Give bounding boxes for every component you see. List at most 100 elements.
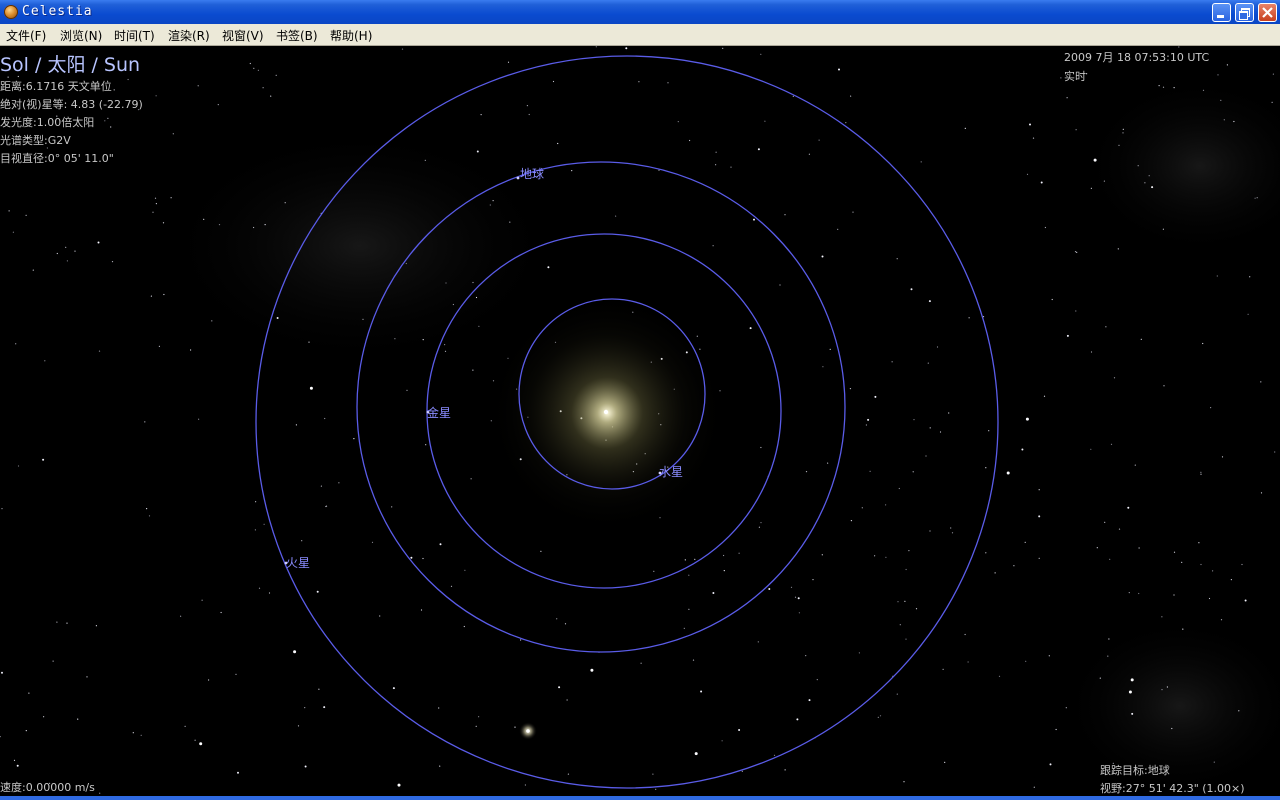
- star: [1173, 594, 1175, 596]
- star: [556, 618, 558, 620]
- star: [1131, 712, 1134, 715]
- restore-button[interactable]: [1235, 3, 1254, 22]
- star: [526, 105, 529, 107]
- title-bar[interactable]: Celestia: [0, 0, 1280, 24]
- menu-time[interactable]: 时间(T): [114, 27, 155, 44]
- star: [97, 241, 100, 244]
- star: [968, 317, 970, 319]
- star: [52, 660, 54, 662]
- star: [44, 360, 46, 362]
- star: [805, 655, 807, 657]
- star: [891, 361, 893, 363]
- star: [1075, 310, 1077, 312]
- star: [1074, 251, 1077, 253]
- star: [478, 325, 480, 327]
- star: [492, 200, 494, 202]
- star: [858, 652, 861, 654]
- star: [253, 226, 255, 229]
- star: [838, 68, 840, 71]
- star: [1090, 351, 1093, 353]
- star: [898, 487, 900, 490]
- menu-bookmarks[interactable]: 书签(B): [276, 27, 318, 44]
- star: [439, 765, 441, 767]
- star: [564, 623, 567, 625]
- star: [255, 501, 257, 503]
- label-mars[interactable]: 火星: [286, 554, 310, 571]
- star: [653, 570, 655, 572]
- minimize-button[interactable]: [1212, 3, 1231, 22]
- star: [925, 455, 927, 457]
- celestia-app-icon[interactable]: [4, 5, 18, 19]
- star: [773, 754, 776, 756]
- star: [66, 260, 68, 262]
- object-apparent-diameter: 目视直径:0° 05' 11.0": [0, 152, 114, 165]
- menu-help[interactable]: 帮助(H): [330, 27, 372, 44]
- star: [1271, 101, 1273, 103]
- star: [1223, 119, 1225, 121]
- star: [1099, 677, 1101, 679]
- label-earth[interactable]: 地球: [520, 165, 544, 182]
- star: [1105, 326, 1107, 328]
- star: [180, 615, 182, 617]
- star: [652, 773, 654, 775]
- star: [700, 690, 703, 693]
- menu-render[interactable]: 渲染(R): [168, 27, 210, 44]
- label-mercury[interactable]: 水星: [659, 463, 683, 480]
- star: [1151, 186, 1154, 189]
- star: [1163, 385, 1165, 387]
- star: [929, 427, 931, 429]
- star: [964, 127, 966, 129]
- star: [784, 769, 786, 771]
- star: [99, 792, 101, 794]
- star: [998, 675, 1001, 677]
- star: [325, 505, 328, 507]
- star: [146, 508, 148, 510]
- close-button[interactable]: [1258, 3, 1277, 22]
- star: [760, 522, 762, 524]
- star: [422, 339, 424, 341]
- star: [818, 139, 820, 141]
- star: [1202, 89, 1205, 91]
- star: [936, 346, 939, 348]
- star: [1210, 407, 1212, 409]
- star: [1128, 690, 1132, 694]
- render-viewport[interactable]: Sol / 太阳 / Sun 距离:6.1716 天文单位 绝对(视)星等: 4…: [0, 46, 1280, 796]
- star: [566, 699, 568, 701]
- star: [371, 541, 374, 543]
- star: [324, 417, 326, 420]
- star: [1040, 181, 1043, 184]
- star: [1021, 448, 1024, 451]
- star: [254, 529, 256, 531]
- earth-point[interactable]: [516, 176, 520, 180]
- star: [444, 350, 447, 352]
- menu-file[interactable]: 文件(F): [6, 27, 46, 44]
- star: [557, 142, 559, 145]
- star: [1198, 542, 1200, 544]
- sun-point[interactable]: [603, 409, 609, 415]
- star: [194, 739, 196, 741]
- star: [155, 203, 157, 205]
- star: [1107, 655, 1109, 657]
- milky-way-haze: [1080, 76, 1280, 256]
- star: [1249, 276, 1251, 278]
- star: [509, 221, 511, 223]
- menu-view[interactable]: 视窗(V): [222, 27, 264, 44]
- star: [1158, 85, 1160, 87]
- star: [140, 734, 142, 736]
- menu-navigate[interactable]: 浏览(N): [60, 27, 102, 44]
- star: [297, 725, 300, 727]
- star: [1272, 73, 1274, 75]
- star: [1096, 547, 1098, 549]
- label-venus[interactable]: 金星: [427, 404, 451, 421]
- star: [1233, 120, 1235, 123]
- star: [56, 621, 58, 623]
- star: [237, 771, 239, 774]
- star: [1, 671, 3, 674]
- bright-star[interactable]: [526, 729, 530, 733]
- star: [852, 211, 854, 213]
- star: [912, 471, 914, 473]
- star: [1212, 570, 1214, 572]
- star: [869, 470, 871, 472]
- star: [723, 554, 725, 557]
- star: [444, 344, 446, 346]
